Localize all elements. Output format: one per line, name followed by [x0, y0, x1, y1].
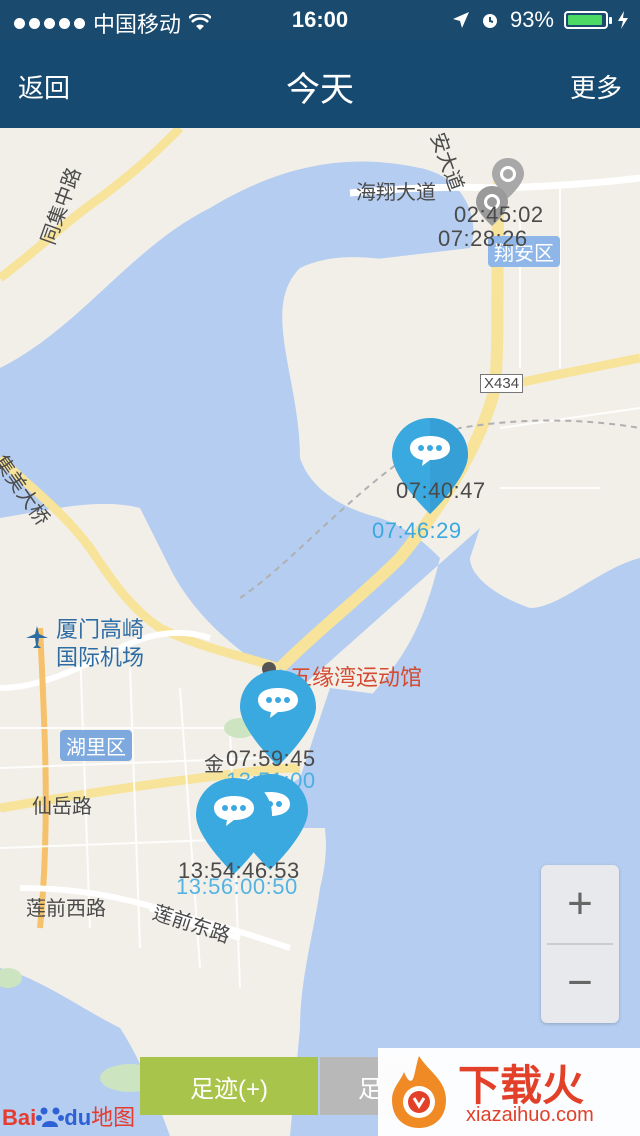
- page-title: 今天: [286, 71, 354, 109]
- watermark-url: xiazaihuo.com: [466, 1104, 594, 1126]
- marker-time-label: 07:40:47: [396, 478, 486, 503]
- zoom-out-button[interactable]: −: [541, 945, 619, 1021]
- more-button[interactable]: 更多: [570, 68, 622, 105]
- battery-icon: [564, 11, 612, 29]
- road-label-x434: X434: [480, 374, 524, 393]
- road-label-lianqian-west: 莲前西路: [26, 898, 106, 920]
- footprint-add-button[interactable]: 足迹(+): [140, 1057, 318, 1115]
- zoom-in-button[interactable]: +: [541, 865, 619, 943]
- baidu-paw-icon: [36, 1107, 65, 1127]
- alarm-icon: [482, 14, 497, 28]
- marker-time-label: 07:46:29: [372, 518, 462, 543]
- status-bar: 中国移动 16:00 93%: [0, 0, 640, 40]
- navigation-bar: 返回 今天 更多: [0, 40, 640, 128]
- location-arrow-icon: [452, 12, 469, 28]
- zoom-control: + −: [541, 865, 619, 1023]
- watermark: 下载火 xiazaihuo.com: [378, 1048, 640, 1136]
- marker-time-label: 02:45:02: [454, 202, 544, 227]
- marker-time-label: 07:28:26: [438, 226, 528, 251]
- road-label-jin: 金: [204, 754, 224, 776]
- baidu-map-logo: Bai du地图: [2, 1100, 135, 1132]
- charging-icon: [618, 11, 628, 29]
- airport-icon: [26, 626, 48, 648]
- airport-label-line2: 国际机场: [56, 645, 145, 670]
- baidu-logo-du: du: [64, 1105, 92, 1130]
- baidu-logo-bai: Bai: [2, 1105, 37, 1130]
- road-label-xianyue: 仙岳路: [32, 796, 92, 818]
- fire-logo-icon: [392, 1056, 446, 1128]
- battery-percent: 93%: [509, 7, 554, 32]
- road-label-haixiang: 海翔大道: [356, 182, 436, 204]
- marker-time-label: 13:56:00:50: [176, 874, 298, 899]
- baidu-logo-map: 地图: [91, 1105, 136, 1130]
- district-label-huli: 湖里区: [60, 730, 132, 761]
